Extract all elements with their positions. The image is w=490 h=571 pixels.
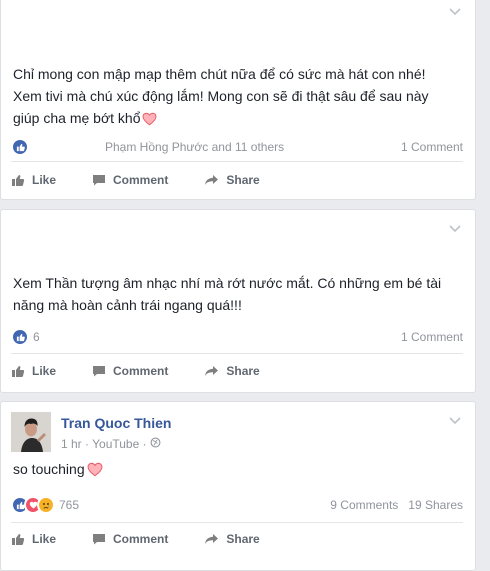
avatar[interactable] bbox=[11, 412, 51, 452]
share-arrow-icon bbox=[205, 366, 219, 376]
sad-icon bbox=[37, 496, 55, 514]
comment-button[interactable]: Comment bbox=[92, 364, 168, 378]
share-button-label: Share bbox=[226, 173, 260, 187]
post-stats: Phạm Hồng Phước and 11 others 1 Comment bbox=[11, 137, 463, 157]
like-button[interactable]: Like bbox=[11, 173, 56, 187]
comment-button-label: Comment bbox=[113, 173, 169, 187]
comment-button-label: Comment bbox=[113, 532, 169, 546]
post-actions: Like Comment Share bbox=[11, 358, 463, 384]
like-button[interactable]: Like bbox=[11, 364, 56, 378]
divider bbox=[11, 522, 463, 523]
reactions-summary-link[interactable]: Phạm Hồng Phước and 11 others bbox=[105, 140, 284, 154]
comment-bubble-icon bbox=[93, 175, 106, 186]
divider bbox=[11, 353, 463, 354]
share-button[interactable]: Share bbox=[204, 364, 260, 378]
post-card: Tran Quoc Thien 1 hr · YouTube · so touc… bbox=[0, 401, 476, 571]
author-name-link[interactable]: Tran Quoc Thien bbox=[61, 415, 171, 431]
comments-count-link[interactable]: 1 Comment bbox=[401, 330, 463, 344]
share-arrow-icon bbox=[205, 534, 219, 544]
post-meta: 1 hr · YouTube · bbox=[61, 437, 161, 451]
share-button-label: Share bbox=[226, 532, 260, 546]
post-text: so touching bbox=[13, 458, 461, 483]
post-stats: 765 9 Comments 19 Shares bbox=[11, 495, 463, 515]
post-text-line: so touching bbox=[13, 458, 461, 483]
comment-bubble-icon bbox=[93, 534, 106, 545]
like-button-label: Like bbox=[32, 364, 57, 378]
post-stats: 6 1 Comment bbox=[11, 327, 463, 347]
like-icon bbox=[11, 328, 29, 346]
post-meta-text[interactable]: 1 hr · YouTube · bbox=[61, 437, 147, 451]
like-thumb-icon bbox=[12, 174, 25, 186]
post-options-chevron-icon[interactable] bbox=[447, 5, 463, 19]
comment-button-label: Comment bbox=[113, 364, 169, 378]
comment-bubble-icon bbox=[93, 366, 106, 377]
comments-count-link[interactable]: 1 Comment bbox=[401, 140, 463, 154]
like-button-label: Like bbox=[32, 532, 57, 546]
share-button[interactable]: Share bbox=[204, 173, 260, 187]
like-icon bbox=[11, 138, 29, 156]
like-button-label: Like bbox=[32, 173, 57, 187]
share-button[interactable]: Share bbox=[204, 532, 260, 546]
heart-emoji-icon bbox=[142, 110, 157, 132]
post-card: Xem Thần tượng âm nhạc nhí mà rớt nước m… bbox=[0, 209, 476, 393]
post-options-chevron-icon[interactable] bbox=[447, 222, 463, 236]
comment-button[interactable]: Comment bbox=[92, 173, 168, 187]
post-text-line: năng mà hoàn cảnh trái ngang quá!!! bbox=[13, 297, 242, 313]
reaction-count-link[interactable]: 6 bbox=[33, 330, 40, 344]
post-text-line: Xem tivi mà chú xúc động lắm! Mong con s… bbox=[13, 88, 429, 104]
globe-icon bbox=[150, 437, 161, 451]
post-text-line: Chỉ mong con mập mạp thêm chút nữa để có… bbox=[13, 66, 426, 82]
post-actions: Like Comment Share bbox=[11, 526, 463, 552]
post-text-line: Xem Thần tượng âm nhạc nhí mà rớt nước m… bbox=[13, 275, 442, 291]
like-button[interactable]: Like bbox=[11, 532, 56, 546]
post-text: Xem Thần tượng âm nhạc nhí mà rớt nước m… bbox=[13, 272, 461, 316]
post-text-line: giúp cha mẹ bớt khổ bbox=[13, 107, 461, 132]
post-card: Chỉ mong con mập mạp thêm chút nữa để có… bbox=[0, 0, 476, 200]
post-actions: Like Comment Share bbox=[11, 167, 463, 193]
post-options-chevron-icon[interactable] bbox=[447, 414, 463, 428]
reaction-count-link[interactable]: 765 bbox=[59, 498, 79, 512]
share-arrow-icon bbox=[205, 175, 219, 185]
post-text-content: so touching bbox=[13, 461, 85, 477]
comment-button[interactable]: Comment bbox=[92, 532, 168, 546]
post-text-line-content: giúp cha mẹ bớt khổ bbox=[13, 110, 141, 126]
divider bbox=[11, 161, 463, 162]
post-text: Chỉ mong con mập mạp thêm chút nữa để có… bbox=[13, 63, 461, 132]
like-thumb-icon bbox=[12, 365, 25, 377]
like-thumb-icon bbox=[12, 533, 25, 545]
heart-emoji-icon bbox=[87, 461, 103, 483]
shares-count-link[interactable]: 19 Shares bbox=[408, 498, 463, 512]
comments-count-link[interactable]: 9 Comments bbox=[330, 498, 398, 512]
share-button-label: Share bbox=[226, 364, 260, 378]
news-feed: Chỉ mong con mập mạp thêm chút nữa để có… bbox=[0, 0, 490, 571]
